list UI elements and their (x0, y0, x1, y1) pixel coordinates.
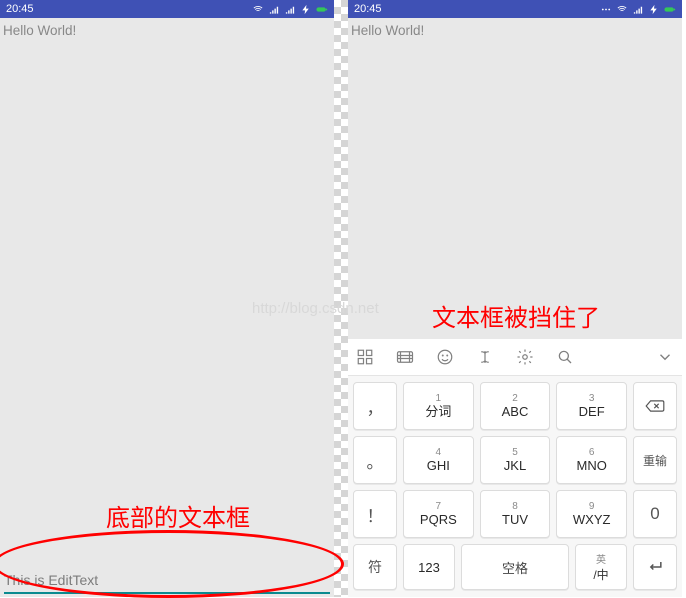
key-space[interactable]: 空格 (461, 544, 569, 590)
key-1[interactable]: 1分词 (403, 382, 474, 430)
key-enter[interactable] (633, 544, 677, 590)
key-5[interactable]: 5JKL (480, 436, 551, 484)
signal-icon (268, 4, 280, 15)
key-symbols[interactable]: 符 (353, 544, 397, 590)
key-language[interactable]: 英 /中 (575, 544, 627, 590)
key-backspace[interactable] (633, 382, 677, 430)
status-time: 20:45 (354, 3, 382, 15)
battery-icon (316, 4, 328, 15)
key-period[interactable]: 。 (353, 436, 397, 484)
divider-checker (334, 0, 348, 597)
bolt-icon (648, 4, 660, 15)
wifi-icon (616, 4, 628, 15)
key-9[interactable]: 9WXYZ (556, 490, 627, 538)
edit-text-wrap (0, 568, 334, 597)
key-2[interactable]: 2ABC (480, 382, 551, 430)
cursor-icon[interactable] (476, 348, 494, 366)
phone-left: 20:45 Hello World! (0, 0, 334, 597)
key-8[interactable]: 8TUV (480, 490, 551, 538)
signal-icon-2 (284, 4, 296, 15)
key-0[interactable]: 0 (633, 490, 677, 538)
ime-keyboard: ， 1分词 2ABC 3DEF 。 4GHI 5JKL 6MNO 重输 ！ (348, 339, 682, 597)
status-bar: 20:45 (348, 0, 682, 18)
key-comma[interactable]: ， (353, 382, 397, 430)
more-icon (600, 4, 612, 15)
key-3[interactable]: 3DEF (556, 382, 627, 430)
status-icons (600, 4, 676, 15)
wifi-icon (252, 4, 264, 15)
key-retype[interactable]: 重输 (633, 436, 677, 484)
key-7[interactable]: 7PQRS (403, 490, 474, 538)
status-bar: 20:45 (0, 0, 334, 18)
hello-text: Hello World! (3, 23, 76, 38)
key-4[interactable]: 4GHI (403, 436, 474, 484)
hello-text: Hello World! (351, 23, 424, 38)
key-exclaim[interactable]: ！ (353, 490, 397, 538)
emoji-icon[interactable] (436, 348, 454, 366)
apps-icon[interactable] (356, 348, 374, 366)
settings-icon[interactable] (516, 348, 534, 366)
key-numeric[interactable]: 123 (403, 544, 455, 590)
signal-icon (632, 4, 644, 15)
edit-text-input[interactable] (4, 568, 330, 594)
ime-toolbar (348, 339, 682, 376)
keyboard-layout-icon[interactable] (396, 348, 414, 366)
phone-right: 20:45 Hello World! (348, 0, 682, 597)
status-icons (252, 4, 328, 15)
key-6[interactable]: 6MNO (556, 436, 627, 484)
battery-icon (664, 4, 676, 15)
search-icon[interactable] (556, 348, 574, 366)
status-time: 20:45 (6, 3, 34, 15)
collapse-keyboard-icon[interactable] (656, 348, 674, 366)
bolt-icon (300, 4, 312, 15)
ime-key-grid: ， 1分词 2ABC 3DEF 。 4GHI 5JKL 6MNO 重输 ！ (348, 376, 682, 597)
